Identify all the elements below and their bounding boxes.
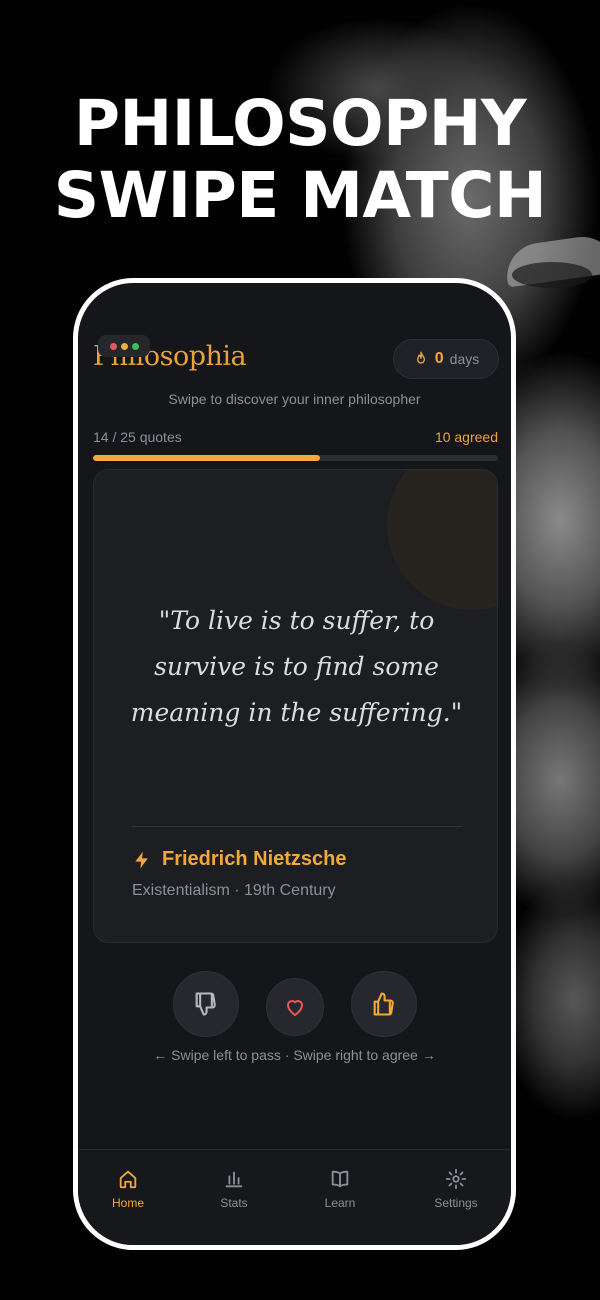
author-name: Friedrich Nietzsche <box>162 848 347 870</box>
phone-frame: Philosophia 0 days Swipe to discover you… <box>73 278 516 1250</box>
quote-progress-label: 14 / 25 quotes <box>93 429 182 445</box>
bottom-tab-bar: Home Stats Learn Settings <box>78 1149 511 1245</box>
tab-stats[interactable]: Stats <box>189 1168 279 1210</box>
tab-home-label: Home <box>111 1196 144 1210</box>
bar-chart-icon <box>225 1171 243 1188</box>
streak-unit: days <box>449 351 480 367</box>
progress-bar <box>93 455 498 461</box>
progress-fill <box>93 455 320 461</box>
home-icon <box>119 1170 137 1189</box>
card-divider <box>132 826 462 827</box>
statue-eye-shape <box>512 262 592 288</box>
window-controls <box>98 335 150 357</box>
like-button[interactable] <box>266 978 324 1036</box>
card-glow-decoration <box>387 470 497 610</box>
headline-line-1: PHILOSOPHY <box>73 87 527 160</box>
agree-button[interactable] <box>351 971 417 1037</box>
thumbs-up-icon <box>373 992 394 1016</box>
tab-learn-label: Learn <box>324 1196 356 1210</box>
tab-home[interactable]: Home <box>83 1168 173 1210</box>
agreed-count: 10 agreed <box>434 429 498 445</box>
maximize-dot-icon[interactable] <box>131 342 139 350</box>
heart-icon <box>287 1000 303 1016</box>
swipe-actions <box>78 971 511 1037</box>
pass-button[interactable] <box>173 971 239 1037</box>
author-meta: Existentialism · 19th Century <box>132 882 336 899</box>
close-dot-icon[interactable] <box>109 342 117 350</box>
tagline: Swipe to discover your inner philosopher <box>168 391 421 407</box>
swipe-hint: ← Swipe left to pass · Swipe right to ag… <box>153 1047 436 1063</box>
tab-settings[interactable]: Settings <box>411 1168 501 1210</box>
tab-stats-label: Stats <box>220 1196 248 1210</box>
streak-count: 0 <box>434 350 444 367</box>
author-row: Friedrich Nietzsche <box>132 848 347 871</box>
book-icon <box>331 1170 349 1188</box>
quote-text: "To live is to suffer, to survive is to … <box>130 606 463 727</box>
headline-line-2: SWIPE MATCH <box>53 159 547 232</box>
tab-settings-label: Settings <box>434 1196 478 1210</box>
progress-meta: 14 / 25 quotes 10 agreed <box>93 429 498 445</box>
app-screen: Philosophia 0 days Swipe to discover you… <box>78 283 511 1245</box>
streak-badge[interactable]: 0 days <box>393 339 499 379</box>
promo-headline: PHILOSOPHY SWIPE MATCH <box>0 88 600 232</box>
flame-icon <box>416 351 425 364</box>
gear-icon <box>445 1168 467 1190</box>
minimize-dot-icon[interactable] <box>120 342 128 350</box>
lightning-icon <box>135 851 148 868</box>
thumbs-down-icon <box>195 992 216 1016</box>
quote-card[interactable]: "To live is to suffer, to survive is to … <box>93 469 498 943</box>
tab-learn[interactable]: Learn <box>295 1168 385 1210</box>
